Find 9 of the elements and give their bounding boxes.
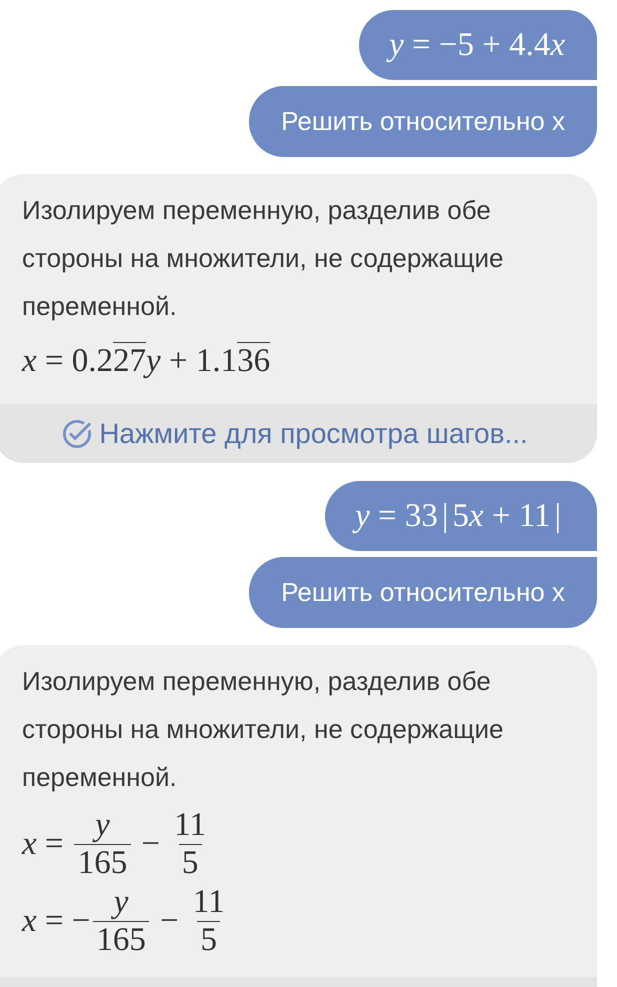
explanation-text: Изолируем переменную, разделив обе стороны на множители, не содержащие переменной.	[22, 665, 505, 794]
view-steps-button[interactable]: Нажмите для просмотра шагов...	[0, 404, 597, 463]
command-bubble: Решить относительно x	[249, 86, 597, 157]
steps-bar[interactable]	[0, 977, 597, 987]
equation-bubble: y = −5 + 4.4x	[359, 10, 597, 80]
command-bubble: Решить относительно x	[249, 557, 597, 628]
equation: x = 0.227y + 1.136	[22, 342, 270, 380]
explanation-text: Изолируем переменную, разделив обе стороны на множители, не содержащие переменной.	[22, 194, 505, 323]
equation-bubble: y = 33|5x + 11|	[325, 481, 597, 551]
